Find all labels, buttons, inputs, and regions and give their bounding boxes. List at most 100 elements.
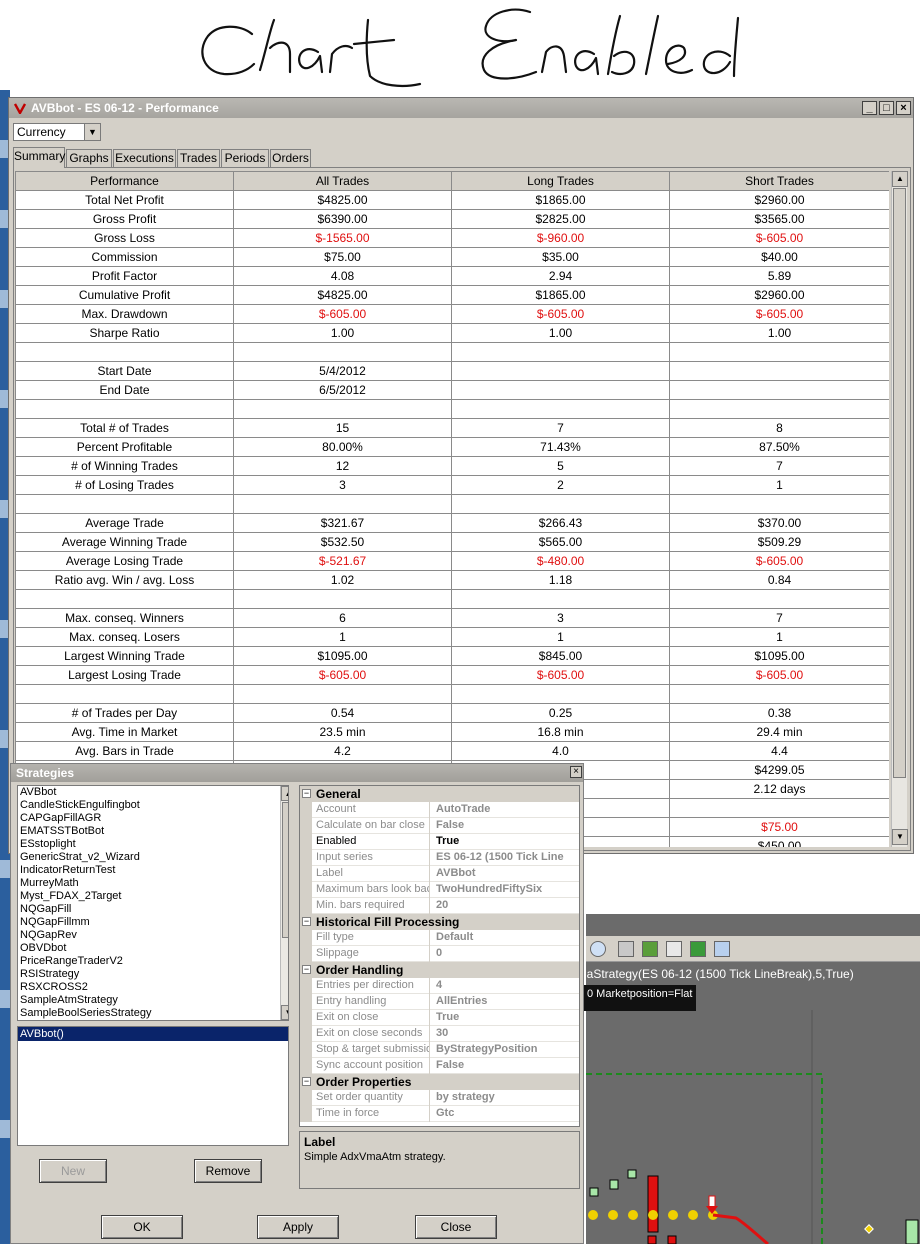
property-value[interactable]: ES 06-12 (1500 Tick Line [433,850,579,866]
property-value[interactable]: 30 [433,1026,579,1042]
list-item-strategy[interactable]: GenericStrat_v2_Wizard [18,851,288,864]
list-item-strategy[interactable]: AVBbot [18,786,288,799]
strategies-titlebar[interactable]: Strategies [11,764,583,782]
property-category[interactable]: − Order Handling [300,962,579,978]
minimize-button[interactable]: _ [862,101,877,115]
property-row[interactable]: Entry handling AllEntries [300,994,579,1010]
property-row[interactable]: Slippage 0 [300,946,579,962]
property-value[interactable]: by strategy [433,1090,579,1106]
property-row[interactable]: Label AVBbot [300,866,579,882]
property-row[interactable]: Set order quantity by strategy [300,1090,579,1106]
property-value[interactable]: False [433,818,579,834]
property-value[interactable]: True [433,834,579,850]
property-row[interactable]: Exit on close seconds 30 [300,1026,579,1042]
column-header-performance[interactable]: Performance [15,171,234,191]
list-item-strategy[interactable]: RSXCROSS2 [18,981,288,994]
strategy-dollar-icon[interactable] [690,941,706,957]
property-value[interactable]: AllEntries [433,994,579,1010]
collapse-icon[interactable]: − [302,965,311,974]
property-value[interactable]: TwoHundredFiftySix [433,882,579,898]
close-button[interactable]: Close [415,1215,497,1239]
strategy-list-scrollbar[interactable]: ▲ ▼ [280,786,288,1020]
list-item-strategy[interactable]: PriceRangeTraderV2 [18,955,288,968]
property-row[interactable]: Min. bars required 20 [300,898,579,914]
property-row[interactable]: Input series ES 06-12 (1500 Tick Line [300,850,579,866]
list-item-strategy[interactable]: NQGapFillmm [18,916,288,929]
scroll-up-icon[interactable]: ▲ [281,786,288,801]
property-value[interactable]: False [433,1058,579,1074]
tab-orders[interactable]: Orders [270,149,311,167]
apply-button[interactable]: Apply [257,1215,339,1239]
property-row[interactable]: Fill type Default [300,930,579,946]
property-value[interactable]: Default [433,930,579,946]
list-item-strategy[interactable]: ESstoplight [18,838,288,851]
property-row[interactable]: Stop & target submissio ByStrategyPositio… [300,1042,579,1058]
close-icon[interactable]: × [570,766,582,778]
properties-icon[interactable] [714,941,730,957]
maximize-button[interactable]: □ [879,101,894,115]
tab-periods[interactable]: Periods [221,149,269,167]
list-item-strategy[interactable]: NQGapRev [18,929,288,942]
tab-graphs[interactable]: Graphs [66,149,112,167]
column-header-long-trades[interactable]: Long Trades [451,171,670,191]
list-item-strategy[interactable]: Myst_FDAX_2Target [18,890,288,903]
close-button[interactable]: × [896,101,911,115]
list-item-strategy[interactable]: NQGapFill [18,903,288,916]
list-item-strategy[interactable]: MurreyMath [18,877,288,890]
property-value[interactable]: True [433,1010,579,1026]
bar-spacing-icon[interactable] [618,941,634,957]
property-row[interactable]: Entries per direction 4 [300,978,579,994]
property-value[interactable]: AutoTrade [433,802,579,818]
remove-button[interactable]: Remove [194,1159,262,1183]
tab-trades[interactable]: Trades [177,149,220,167]
table-scrollbar[interactable]: ▲ ▼ [891,171,908,847]
currency-dropdown[interactable]: Currency ▼ [13,123,101,141]
property-value[interactable]: Gtc [433,1106,579,1122]
property-value[interactable]: ByStrategyPosition [433,1042,579,1058]
collapse-icon[interactable]: − [302,1077,311,1086]
tab-executions[interactable]: Executions [113,149,176,167]
list-item-strategy[interactable]: SampleBoolSeriesStrategy [18,1007,288,1020]
property-category[interactable]: − General [300,786,579,802]
column-header-short-trades[interactable]: Short Trades [669,171,889,191]
list-item-strategy[interactable]: OBVDbot [18,942,288,955]
scroll-thumb[interactable] [282,802,288,938]
scroll-up-icon[interactable]: ▲ [892,171,908,187]
property-value[interactable]: AVBbot [433,866,579,882]
list-item-strategy[interactable]: CandleStickEngulfingbot [18,799,288,812]
tab-summary[interactable]: Summary [13,147,65,168]
scroll-down-icon[interactable]: ▼ [892,829,908,845]
chevron-down-icon[interactable]: ▼ [84,124,100,140]
property-row[interactable]: Calculate on bar close False [300,818,579,834]
scroll-thumb[interactable] [893,188,906,778]
list-item-strategy[interactable]: CAPGapFillAGR [18,812,288,825]
strategy-list[interactable]: AVBbot CandleStickEngulfingbot CAPGapFillA… [17,785,289,1021]
list-item-strategy[interactable]: EMATSSTBotBot [18,825,288,838]
scroll-down-icon[interactable]: ▼ [281,1005,288,1020]
active-strategy-list[interactable]: AVBbot() [17,1026,289,1146]
list-item-active-strategy[interactable]: AVBbot() [18,1027,288,1041]
property-value[interactable]: 0 [433,946,579,962]
property-value[interactable]: 20 [433,898,579,914]
property-row[interactable]: Account AutoTrade [300,802,579,818]
price-chart[interactable] [586,1010,920,1244]
list-item-strategy[interactable]: RSIStrategy [18,968,288,981]
property-category[interactable]: − Order Properties [300,1074,579,1090]
property-row[interactable]: Enabled True [300,834,579,850]
column-header-all-trades[interactable]: All Trades [233,171,452,191]
property-row[interactable]: Maximum bars look bac TwoHundredFiftySix [300,882,579,898]
property-row[interactable]: Sync account position False [300,1058,579,1074]
zoom-icon[interactable] [590,941,606,957]
property-category[interactable]: − Historical Fill Processing [300,914,579,930]
new-button[interactable]: New [39,1159,107,1183]
collapse-icon[interactable]: − [302,789,311,798]
indicator-icon[interactable] [642,941,658,957]
property-value[interactable]: 4 [433,978,579,994]
list-item-strategy[interactable]: IndicatorReturnTest [18,864,288,877]
line-chart-icon[interactable] [666,941,682,957]
ok-button[interactable]: OK [101,1215,183,1239]
list-item-strategy[interactable]: SampleAtmStrategy [18,994,288,1007]
property-row[interactable]: Exit on close True [300,1010,579,1026]
collapse-icon[interactable]: − [302,917,311,926]
performance-titlebar[interactable]: AVBbot - ES 06-12 - Performance _ □ × [9,98,913,118]
